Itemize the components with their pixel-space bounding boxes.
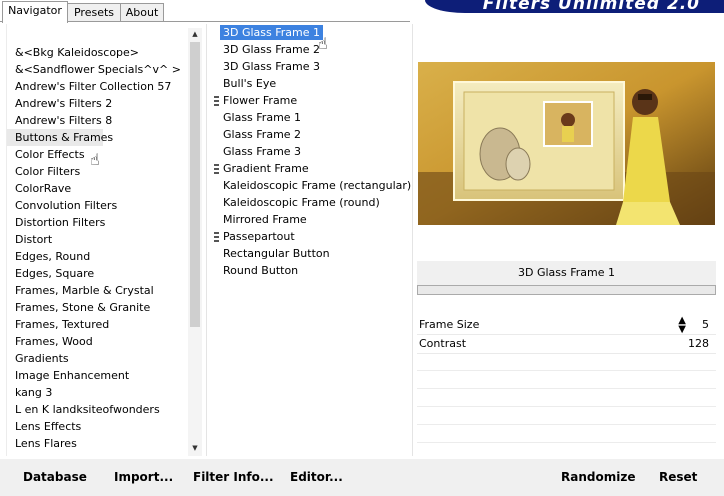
category-item[interactable]: Distort (7, 231, 189, 248)
filter-info-button[interactable]: Filter Info... (193, 470, 274, 484)
filter-label: Gradient Frame (223, 162, 309, 175)
reset-button[interactable]: Reset (659, 470, 697, 484)
category-list-panel: &<Bkg Kaleidoscope> &<Sandflower Specials… (6, 24, 206, 456)
filter-label: Glass Frame 2 (223, 128, 302, 141)
param-label: Contrast (419, 337, 467, 350)
banner-title: Filters Unlimited 2.0 (482, 0, 700, 13)
filter-item[interactable]: Mirrored Frame (210, 211, 410, 228)
group-marker-icon (214, 96, 219, 106)
hand-cursor-icon: ☝ (90, 150, 100, 169)
filter-label: 3D Glass Frame 3 (223, 60, 321, 73)
category-item[interactable]: Buttons & Frames (7, 129, 113, 146)
filter-item[interactable]: 3D Glass Frame 1 (210, 24, 410, 41)
empty-param-row (417, 370, 716, 371)
product-banner: Filters Unlimited 2.0 (425, 0, 724, 13)
filter-item[interactable]: Flower Frame (210, 92, 410, 109)
empty-param-row (417, 424, 716, 425)
filter-item[interactable]: Rectangular Button (210, 245, 410, 262)
category-item[interactable]: Lens Flares (7, 435, 189, 452)
category-item[interactable]: Frames, Textured (7, 316, 189, 333)
import-button[interactable]: Import... (114, 470, 173, 484)
category-item[interactable]: &<Bkg Kaleidoscope> (7, 44, 189, 61)
filter-name-bar: 3D Glass Frame 1 (417, 261, 716, 285)
filter-item[interactable]: 3D Glass Frame 2 (210, 41, 410, 58)
empty-param-row (417, 442, 716, 443)
filter-label: Mirrored Frame (223, 213, 307, 226)
filter-label: 3D Glass Frame 2 (223, 43, 321, 56)
filter-item[interactable]: Kaleidoscopic Frame (rectangular) (210, 177, 412, 194)
filter-item[interactable]: Passepartout (210, 228, 410, 245)
bottom-toolbar: Database Import... Filter Info... Editor… (0, 459, 724, 496)
category-item[interactable]: L en K landksiteofwonders (7, 401, 189, 418)
parameter-list: Frame Size ▲ ▼ 5 Contrast 128 (417, 316, 716, 354)
scrollbar-thumb[interactable] (190, 42, 200, 327)
tab-bar: Navigator Presets About Filters Unlimite… (0, 0, 724, 23)
category-scrollbar[interactable]: ▲ ▼ (188, 28, 202, 456)
category-list: &<Bkg Kaleidoscope> &<Sandflower Specials… (7, 44, 189, 456)
filter-label: Bull's Eye (223, 77, 277, 90)
tab-presets[interactable]: Presets (67, 3, 121, 22)
filter-item[interactable]: 3D Glass Frame 3 (210, 58, 410, 75)
param-value: 128 (688, 337, 709, 350)
category-item[interactable]: Convolution Filters (7, 197, 189, 214)
filter-item[interactable]: Round Button (210, 262, 410, 279)
category-item[interactable]: Andrew's Filters 2 (7, 95, 189, 112)
empty-param-row (417, 406, 716, 407)
category-item[interactable]: Noise Filters (7, 452, 189, 456)
category-item[interactable]: Frames, Wood (7, 333, 189, 350)
filter-list: 3D Glass Frame 1 3D Glass Frame 2 3D Glass… (210, 24, 412, 324)
scroll-up-arrow-icon[interactable]: ▲ (188, 28, 202, 40)
editor-button[interactable]: Editor... (290, 470, 343, 484)
filter-label: Round Button (223, 264, 299, 277)
category-item[interactable]: Edges, Round (7, 248, 189, 265)
category-item[interactable]: Andrew's Filters 8 (7, 112, 189, 129)
category-item[interactable]: &<Sandflower Specials^v^ > (7, 61, 189, 78)
tab-navigator[interactable]: Navigator (2, 1, 68, 23)
category-item[interactable]: Andrew's Filter Collection 57 (7, 78, 189, 95)
category-item[interactable]: Frames, Stone & Granite (7, 299, 189, 316)
randomize-button[interactable]: Randomize (561, 470, 635, 484)
group-marker-icon (214, 164, 219, 174)
hand-cursor-icon: ☝ (318, 34, 328, 53)
empty-param-row (417, 388, 716, 389)
filter-item[interactable]: Gradient Frame (210, 160, 410, 177)
category-item[interactable]: ColorRave (7, 180, 189, 197)
preview-image (418, 62, 715, 225)
param-row-frame-size[interactable]: Frame Size ▲ ▼ 5 (417, 316, 716, 335)
scroll-down-arrow-icon[interactable]: ▼ (188, 442, 202, 454)
filter-item[interactable]: Bull's Eye (210, 75, 410, 92)
category-item[interactable]: Image Enhancement (7, 367, 189, 384)
category-item[interactable]: Gradients (7, 350, 189, 367)
slider-adjust-icon[interactable]: ▲ ▼ (678, 316, 686, 335)
filter-label: Passepartout (223, 230, 295, 243)
filter-label: 3D Glass Frame 1 (220, 25, 324, 40)
filter-label: Rectangular Button (223, 247, 330, 260)
filter-label: Glass Frame 1 (223, 111, 302, 124)
filter-item[interactable]: Glass Frame 3 (210, 143, 410, 160)
category-item[interactable]: kang 3 (7, 384, 189, 401)
filter-item[interactable]: Glass Frame 2 (210, 126, 410, 143)
filter-item[interactable]: Kaleidoscopic Frame (round) (210, 194, 410, 211)
param-row-contrast[interactable]: Contrast 128 (417, 335, 716, 354)
param-label: Frame Size (419, 318, 480, 331)
progress-bar (417, 285, 716, 295)
divider (206, 24, 207, 456)
category-item[interactable]: Frames, Marble & Crystal (7, 282, 189, 299)
tab-about[interactable]: About (120, 3, 164, 22)
category-item[interactable]: Distortion Filters (7, 214, 189, 231)
database-button[interactable]: Database (23, 470, 87, 484)
filter-label: Glass Frame 3 (223, 145, 302, 158)
category-item[interactable]: Lens Effects (7, 418, 189, 435)
filter-label: Kaleidoscopic Frame (rectangular) (223, 179, 412, 192)
filter-label: Kaleidoscopic Frame (round) (223, 196, 380, 209)
divider (412, 24, 413, 456)
filter-label: Flower Frame (223, 94, 298, 107)
param-value: 5 (702, 318, 709, 331)
filter-item[interactable]: Glass Frame 1 (210, 109, 410, 126)
group-marker-icon (214, 232, 219, 242)
category-item[interactable]: Edges, Square (7, 265, 189, 282)
